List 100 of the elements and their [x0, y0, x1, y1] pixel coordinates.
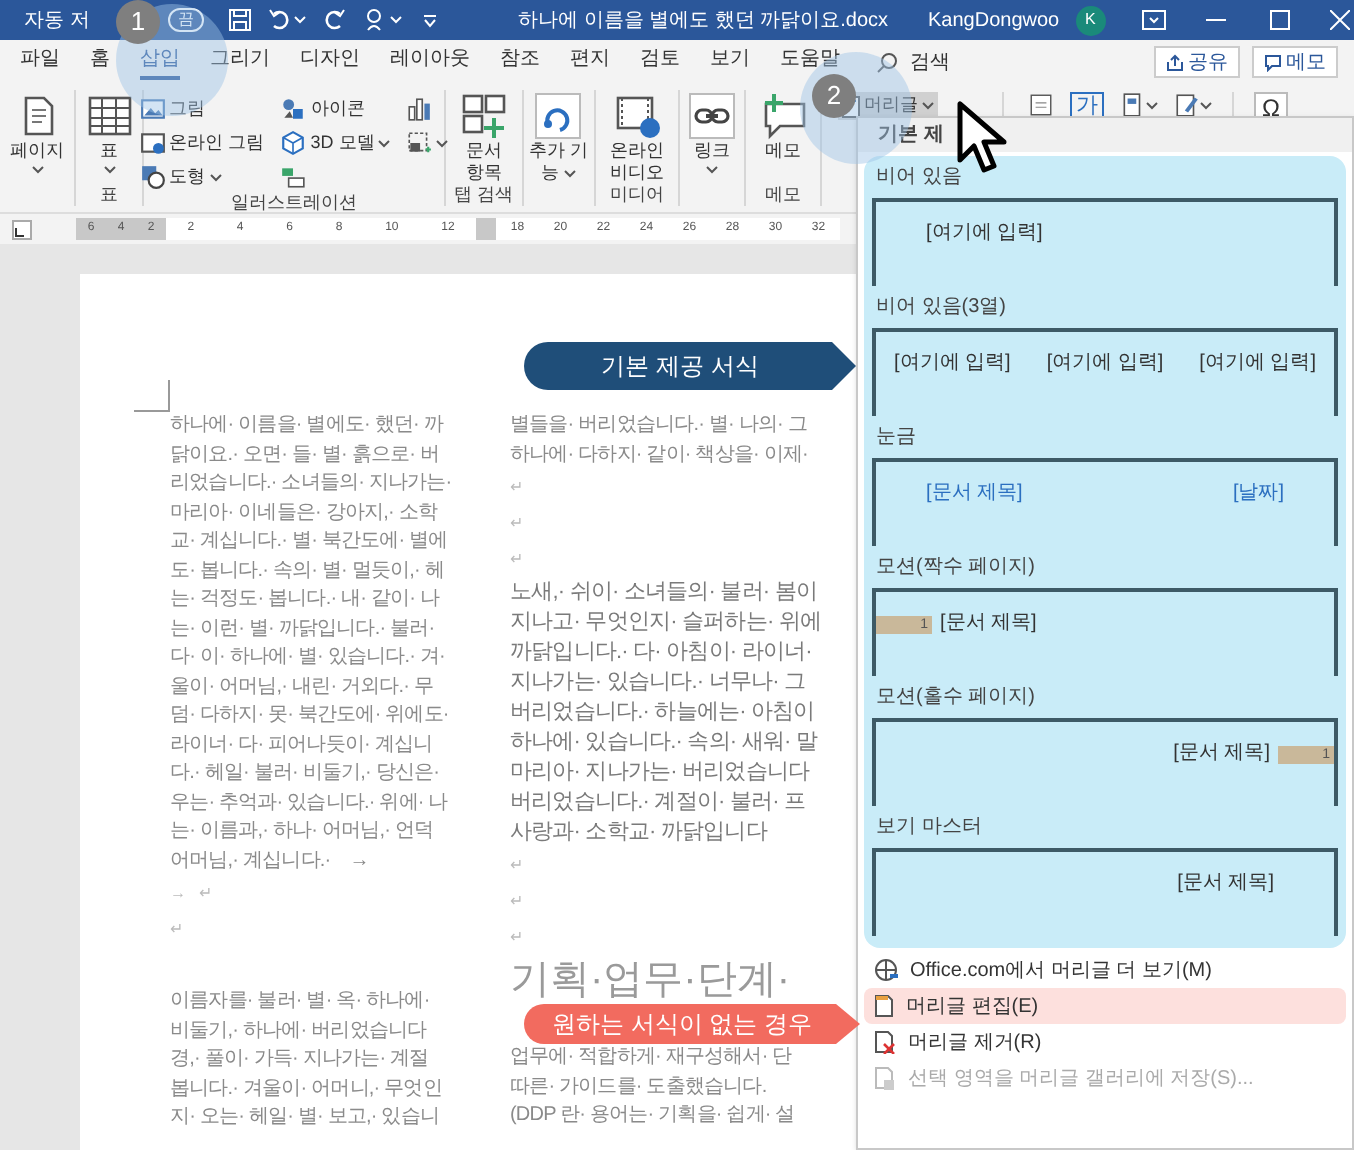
- header-preview[interactable]: [문서 제목]: [872, 848, 1338, 936]
- search-label[interactable]: 검색: [910, 47, 950, 77]
- document-text-line: 봅니다.· 겨울이· 어머니,· 무엇인: [170, 1077, 442, 1099]
- header-preview[interactable]: [여기에 입력]: [872, 198, 1338, 286]
- ribbon-tab[interactable]: 참조: [500, 44, 540, 80]
- ribbon-tab[interactable]: 홈: [90, 44, 110, 80]
- document-text-line: 사랑과· 소학교· 까닭입니다: [510, 820, 767, 844]
- document-text-line: 지· 오는· 헤일· 별· 보고,· 있습니: [170, 1106, 440, 1128]
- ribbon-button[interactable]: 온라인 비디오: [610, 90, 664, 184]
- document-text-line: 경,· 풀이· 가득· 지나가는· 계절: [170, 1048, 429, 1070]
- ribbon-tab[interactable]: 그리기: [210, 44, 270, 80]
- ribbon-button[interactable]: 추가 기 능: [529, 90, 589, 184]
- document-text-line: 교· 계십니다.· 별· 북간도에· 별에: [170, 530, 448, 552]
- header-preview[interactable]: [여기에 입력] [여기에 입력] [여기에 입력]: [872, 328, 1338, 416]
- user-avatar[interactable]: K: [1075, 5, 1106, 35]
- ribbon-button[interactable]: 아이콘: [280, 94, 391, 124]
- ribbon-tab[interactable]: 편지: [570, 44, 610, 80]
- cube-icon: [280, 130, 307, 156]
- gallery-label: 눈금: [876, 424, 916, 452]
- ribbon-button[interactable]: 온라인 그림: [139, 128, 265, 158]
- document-text-line: 는· 이름과,· 하나· 어머님,· 언덕: [170, 820, 434, 842]
- tab-stop-icon: [14, 227, 24, 237]
- document-text-line: 하나에· 이름을· 별에도· 했던· 까: [170, 414, 443, 436]
- document-text-line: 덤· 다하지· 못· 북간도에· 위에도·: [170, 704, 449, 726]
- save-icon[interactable]: [228, 8, 252, 32]
- gallery-label: 비어 있음(3열): [876, 294, 1006, 322]
- ribbon-button[interactable]: 표: [85, 90, 133, 174]
- group-label: 일러스트레이션: [231, 192, 357, 212]
- ribbon-display-icon[interactable]: [1141, 10, 1166, 30]
- gallery-label: 모션(홀수 페이지): [876, 684, 1035, 712]
- document-text-line: 는· 걱정도· 봅니다.· 내· 같이· 나: [170, 588, 440, 610]
- ribbon-tab[interactable]: 도움말: [780, 44, 840, 80]
- section-heading: 기본 제: [878, 122, 944, 150]
- tab-selector[interactable]: [12, 219, 32, 239]
- document-text-line: 지나가는· 있습니다.· 너무나· 그: [510, 670, 806, 694]
- ribbon-button[interactable]: 3D 모델: [280, 128, 391, 158]
- document-text-line: 따른· 가이드를· 도출했습니다.: [510, 1075, 767, 1097]
- maximize-icon[interactable]: [1269, 10, 1290, 30]
- redo-icon[interactable]: [322, 8, 346, 32]
- document-text-line: 하나에· 있습니다.· 속의· 새워· 말: [510, 730, 818, 754]
- document-text-line: 버리었습니다.· 계절이· 불러· 프: [510, 790, 806, 814]
- menu-item[interactable]: 머리글 편집(E): [864, 988, 1346, 1024]
- ribbon-tab[interactable]: 레이아웃: [390, 44, 470, 80]
- gallery-label: 보기 마스터: [876, 814, 982, 842]
- document-text-line: 별들을· 버리었습니다.· 별· 나의· 그: [510, 414, 807, 436]
- ribbon-button[interactable]: [406, 128, 449, 158]
- comment-icon: [1264, 53, 1282, 71]
- undo-icon[interactable]: [268, 8, 292, 32]
- document-text-line: 이름자를· 불러· 별· 옥· 하나에·: [170, 990, 430, 1012]
- ribbon-tab[interactable]: 디자인: [300, 44, 360, 80]
- menu-item[interactable]: 머리글 제거(R): [864, 1024, 1346, 1060]
- touch-mode-icon[interactable]: [362, 8, 386, 32]
- document-text-line: 업무에· 적합하게· 재구성해서· 단: [510, 1046, 792, 1068]
- ribbon-tab[interactable]: 검토: [640, 44, 680, 80]
- user-name: KangDongwoo: [928, 7, 1060, 35]
- shapes-icon: [139, 164, 166, 190]
- document-text-line: 지나고· 무엇인지· 슬퍼하는· 위에: [510, 610, 822, 634]
- document-parts-icon: [460, 92, 508, 140]
- save-selection-icon: [874, 1066, 896, 1090]
- placeholder-text: [문서 제목]: [940, 612, 1037, 636]
- share-icon: [1166, 53, 1184, 71]
- ribbon-button[interactable]: 메모: [759, 90, 807, 162]
- placeholder-text: [여기에 입력]: [1199, 352, 1316, 376]
- document-text-line: (DDP 란· 용어는· 기획을· 쉽게· 설: [510, 1104, 795, 1126]
- document-text-line: 우는· 추억과· 있습니다.· 위에· 나: [170, 791, 448, 813]
- group-label: 탭 검색: [454, 184, 514, 204]
- icons-icon: [280, 96, 307, 122]
- ribbon-tab[interactable]: 파일: [20, 44, 60, 80]
- share-button[interactable]: 공유: [1154, 46, 1240, 78]
- customize-toolbar-icon[interactable]: [422, 12, 438, 28]
- document-text-line: 마리아· 이네들은· 강아지,· 소학: [170, 501, 438, 523]
- ribbon-tab[interactable]: 보기: [710, 44, 750, 80]
- gallery-label: 모션(짝수 페이지): [876, 554, 1035, 582]
- document-text-line: ↵: [510, 856, 524, 874]
- globe-icon: [874, 958, 898, 982]
- header-preview[interactable]: [문서 제목] [날짜]: [872, 458, 1338, 546]
- close-icon[interactable]: [1329, 10, 1350, 30]
- autosave-label: 자동 저: [24, 7, 92, 35]
- caret-icon: [1146, 101, 1158, 109]
- document-text-line: → ↵: [170, 884, 214, 902]
- document-text-line: 는· 이런· 별· 까닭입니다.· 불러·: [170, 617, 435, 639]
- document-text-line: 울이· 어머님,· 내린· 거외다.· 무: [170, 675, 434, 697]
- caret-icon: [390, 15, 402, 24]
- document-text-line: ↵: [510, 892, 524, 910]
- search-icon[interactable]: [876, 51, 898, 73]
- ribbon-button[interactable]: 링크: [688, 90, 736, 174]
- menu-item[interactable]: Office.com에서 머리글 더 보기(M): [864, 952, 1346, 988]
- comments-button[interactable]: 메모: [1252, 46, 1338, 78]
- ribbon-button[interactable]: 페이지: [10, 90, 64, 174]
- placeholder-text: [문서 제목]: [1173, 742, 1270, 766]
- document-text-line: 기획·업무·단계·: [510, 958, 790, 1002]
- ribbon-button[interactable]: 도형: [139, 162, 265, 192]
- remove-header-icon: [874, 1030, 896, 1054]
- callout-label: 원하는 서식이 없는 경우: [524, 1004, 860, 1044]
- ribbon-button[interactable]: 그림: [139, 94, 265, 124]
- table-icon: [85, 92, 133, 140]
- chart-icon: [406, 96, 433, 122]
- ribbon-button[interactable]: 문서 항목: [460, 90, 508, 184]
- document-text-line: 비둘기,· 하나에· 버리었습니다: [170, 1019, 427, 1041]
- group-label: 미디어: [610, 184, 664, 204]
